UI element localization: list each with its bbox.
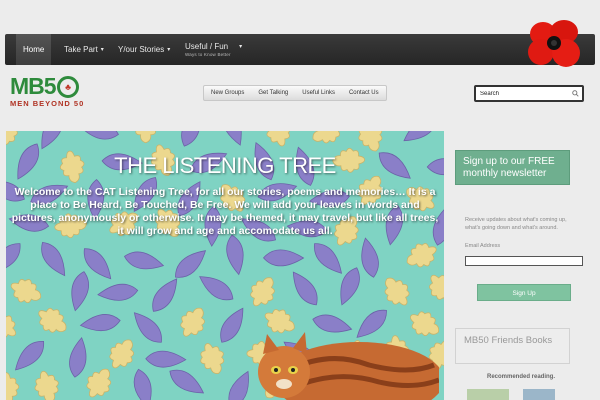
logo-text: MB5 bbox=[10, 73, 57, 99]
nav-item-label: Home bbox=[23, 45, 45, 54]
submenu-item-new-groups[interactable]: New Groups bbox=[204, 86, 251, 100]
chevron-down-icon: ▾ bbox=[239, 44, 243, 50]
nav-item-subtitle: Ways to Know Better bbox=[185, 52, 231, 57]
book-cover-image[interactable] bbox=[467, 389, 509, 400]
logo-ring-icon: ♣ bbox=[56, 75, 79, 98]
hero-description: Welcome to the CAT Listening Tree, for a… bbox=[11, 186, 439, 237]
nav-item-home[interactable]: Home bbox=[16, 34, 52, 65]
main-nav: Home Take Part ▾ Y/our Stories ▾ Useful / … bbox=[5, 34, 595, 65]
nav-item-useful-fun[interactable]: Useful / Fun ▾ Ways to Know Better bbox=[178, 34, 249, 65]
hero-banner: THE LISTENING TREE Welcome to the CAT Li… bbox=[6, 131, 444, 400]
poppy-icon bbox=[528, 20, 580, 67]
hero-title: THE LISTENING TREE bbox=[114, 153, 336, 178]
nav-item-your-stories[interactable]: Y/our Stories ▾ bbox=[111, 34, 177, 65]
search-box bbox=[474, 85, 584, 102]
submenu-item-useful-links[interactable]: Useful Links bbox=[295, 86, 342, 100]
search-input[interactable] bbox=[476, 90, 568, 97]
nav-item-label: Y/our Stories bbox=[118, 45, 165, 54]
submenu-item-contact-us[interactable]: Contact Us bbox=[342, 86, 386, 100]
friends-books-heading: MB50 Friends Books bbox=[455, 328, 570, 364]
email-label: Email Address bbox=[465, 243, 501, 249]
site-logo[interactable]: MB5 ♣ MEN BEYOND 50 bbox=[10, 73, 102, 109]
secondary-menu: New Groups Get Talking Useful Links Cont… bbox=[203, 85, 387, 101]
chevron-down-icon: ▾ bbox=[100, 47, 104, 53]
cat-illustration bbox=[258, 332, 439, 400]
chevron-down-icon: ▾ bbox=[167, 47, 171, 53]
submenu-item-get-talking[interactable]: Get Talking bbox=[251, 86, 295, 100]
recommended-reading-label: Recommended reading. bbox=[487, 374, 556, 380]
sign-up-button[interactable]: Sign Up bbox=[477, 284, 571, 301]
newsletter-description: Receive updates about what's coming up, … bbox=[465, 217, 567, 231]
nav-item-label: Take Part bbox=[64, 45, 98, 54]
nav-item-label: Useful / Fun bbox=[185, 42, 229, 51]
newsletter-signup-button[interactable]: Sign up to our FREE monthly newsletter bbox=[455, 150, 570, 185]
email-field[interactable] bbox=[465, 256, 583, 266]
nav-item-take-part[interactable]: Take Part ▾ bbox=[57, 34, 111, 65]
book-cover-image[interactable] bbox=[523, 389, 555, 400]
logo-tagline: MEN BEYOND 50 bbox=[10, 99, 85, 108]
search-icon[interactable] bbox=[568, 90, 582, 97]
